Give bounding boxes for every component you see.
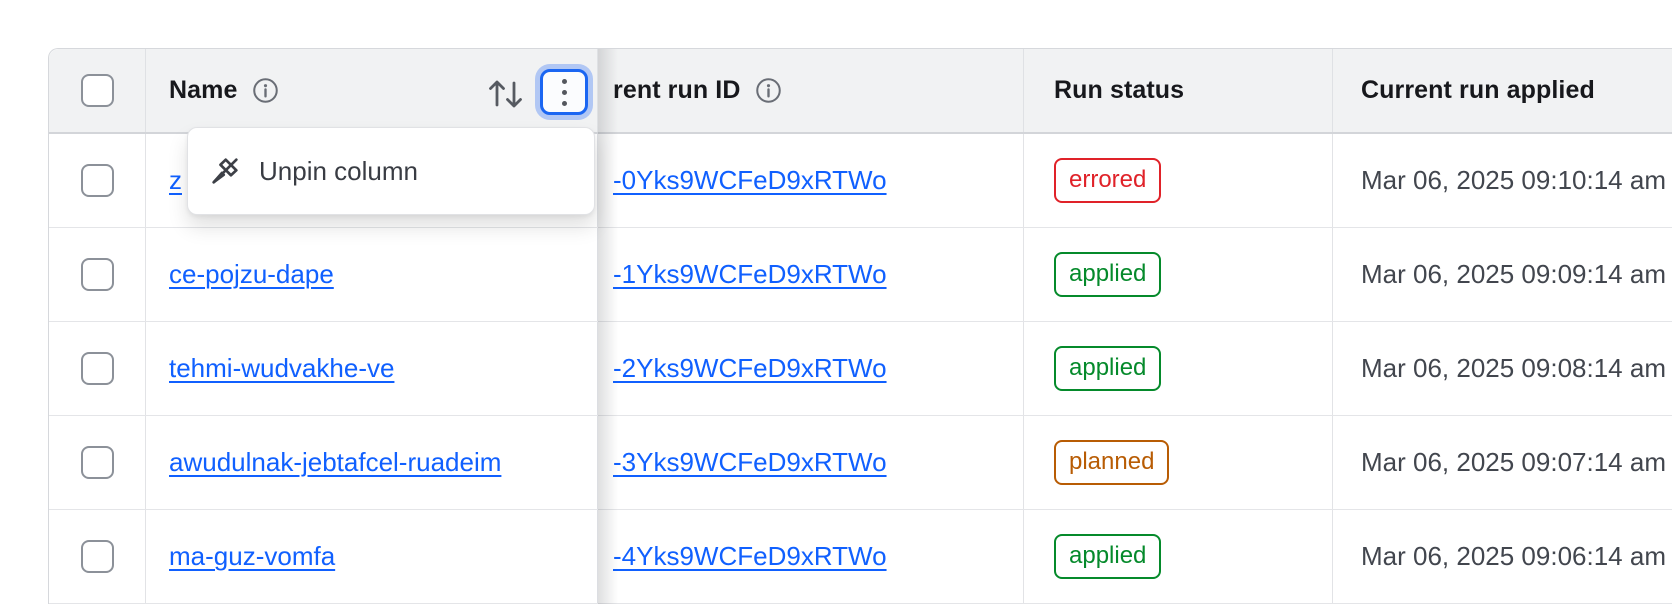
cell-run-status: applied [1024,510,1333,603]
cell-name: tehmi-wudvakhe-ve [146,322,598,415]
cell-select [49,322,146,415]
run-status-badge: applied [1054,252,1161,296]
row-checkbox[interactable] [81,540,114,573]
run-applied-timestamp: Mar 06, 2025 09:07:14 am [1361,447,1666,478]
kebab-menu-icon [562,90,567,95]
column-header-current-run-id: rent run ID [613,76,741,105]
run-applied-timestamp: Mar 06, 2025 09:08:14 am [1361,353,1666,384]
table-row: tehmi-wudvakhe-ve -2Yks9WCFeD9xRTWo appl… [49,322,1672,416]
run-status-badge: errored [1054,158,1161,202]
workspaces-table-view: Name rent run ID [0,0,1672,612]
run-status-badge: applied [1054,346,1161,390]
cell-current-run-id: -4Yks9WCFeD9xRTWo [598,510,1024,603]
cell-run-status: planned [1024,416,1333,509]
kebab-menu-icon [562,101,567,106]
run-status-badge: planned [1054,440,1169,484]
header-cell-run-status: Run status [1024,49,1333,132]
workspace-name-link[interactable]: ce-pojzu-dape [169,259,334,290]
cell-current-run-id: -2Yks9WCFeD9xRTWo [598,322,1024,415]
run-id-link[interactable]: -4Yks9WCFeD9xRTWo [613,541,887,572]
cell-select [49,228,146,321]
run-applied-timestamp: Mar 06, 2025 09:09:14 am [1361,259,1666,290]
row-checkbox[interactable] [81,164,114,197]
column-options-button[interactable] [540,69,588,115]
table-header-row: Name rent run ID [49,49,1672,134]
workspace-name-link[interactable]: tehmi-wudvakhe-ve [169,353,394,384]
menu-item-unpin-column[interactable]: Unpin column [188,154,594,188]
cell-current-run-id: -3Yks9WCFeD9xRTWo [598,416,1024,509]
cell-select [49,134,146,227]
cell-current-run-applied: Mar 06, 2025 09:09:14 am [1333,228,1672,321]
cell-run-status: applied [1024,228,1333,321]
cell-select [49,510,146,603]
menu-item-label: Unpin column [259,156,418,187]
cell-run-status: applied [1024,322,1333,415]
cell-current-run-applied: Mar 06, 2025 09:10:14 am [1333,134,1672,227]
sort-icon[interactable] [484,74,528,114]
workspace-name-link[interactable]: ma-guz-vomfa [169,541,335,572]
run-applied-timestamp: Mar 06, 2025 09:10:14 am [1361,165,1666,196]
table-row: ce-pojzu-dape -1Yks9WCFeD9xRTWo applied … [49,228,1672,322]
column-options-menu: Unpin column [187,127,595,215]
header-cell-select [49,49,146,132]
column-header-current-run-applied: Current run applied [1361,76,1595,105]
info-icon[interactable] [252,77,279,104]
cell-name: ce-pojzu-dape [146,228,598,321]
row-checkbox[interactable] [81,352,114,385]
cell-current-run-applied: Mar 06, 2025 09:08:14 am [1333,322,1672,415]
run-id-link[interactable]: -0Yks9WCFeD9xRTWo [613,165,887,196]
workspace-name-link[interactable]: awudulnak-jebtafcel-ruadeim [169,447,501,478]
row-checkbox[interactable] [81,258,114,291]
header-cell-current-run-applied: Current run applied [1333,49,1672,132]
cell-run-status: errored [1024,134,1333,227]
cell-current-run-applied: Mar 06, 2025 09:07:14 am [1333,416,1672,509]
cell-current-run-id: -0Yks9WCFeD9xRTWo [598,134,1024,227]
header-cell-name: Name [146,49,598,132]
run-applied-timestamp: Mar 06, 2025 09:06:14 am [1361,541,1666,572]
info-icon[interactable] [755,77,782,104]
cell-current-run-applied: Mar 06, 2025 09:06:14 am [1333,510,1672,603]
row-checkbox[interactable] [81,446,114,479]
run-id-link[interactable]: -1Yks9WCFeD9xRTWo [613,259,887,290]
cell-current-run-id: -1Yks9WCFeD9xRTWo [598,228,1024,321]
select-all-checkbox[interactable] [81,74,114,107]
column-header-run-status: Run status [1054,76,1184,105]
cell-select [49,416,146,509]
table-row: ma-guz-vomfa -4Yks9WCFeD9xRTWo applied M… [49,510,1672,604]
pin-off-icon [208,154,242,188]
header-cell-current-run-id: rent run ID [598,49,1024,132]
cell-name: ma-guz-vomfa [146,510,598,603]
cell-name: awudulnak-jebtafcel-ruadeim [146,416,598,509]
run-id-link[interactable]: -3Yks9WCFeD9xRTWo [613,447,887,478]
run-status-badge: applied [1054,534,1161,578]
column-header-name: Name [169,76,238,105]
table-row: awudulnak-jebtafcel-ruadeim -3Yks9WCFeD9… [49,416,1672,510]
kebab-menu-icon [562,79,567,84]
run-id-link[interactable]: -2Yks9WCFeD9xRTWo [613,353,887,384]
workspace-name-link[interactable]: z [169,165,182,196]
